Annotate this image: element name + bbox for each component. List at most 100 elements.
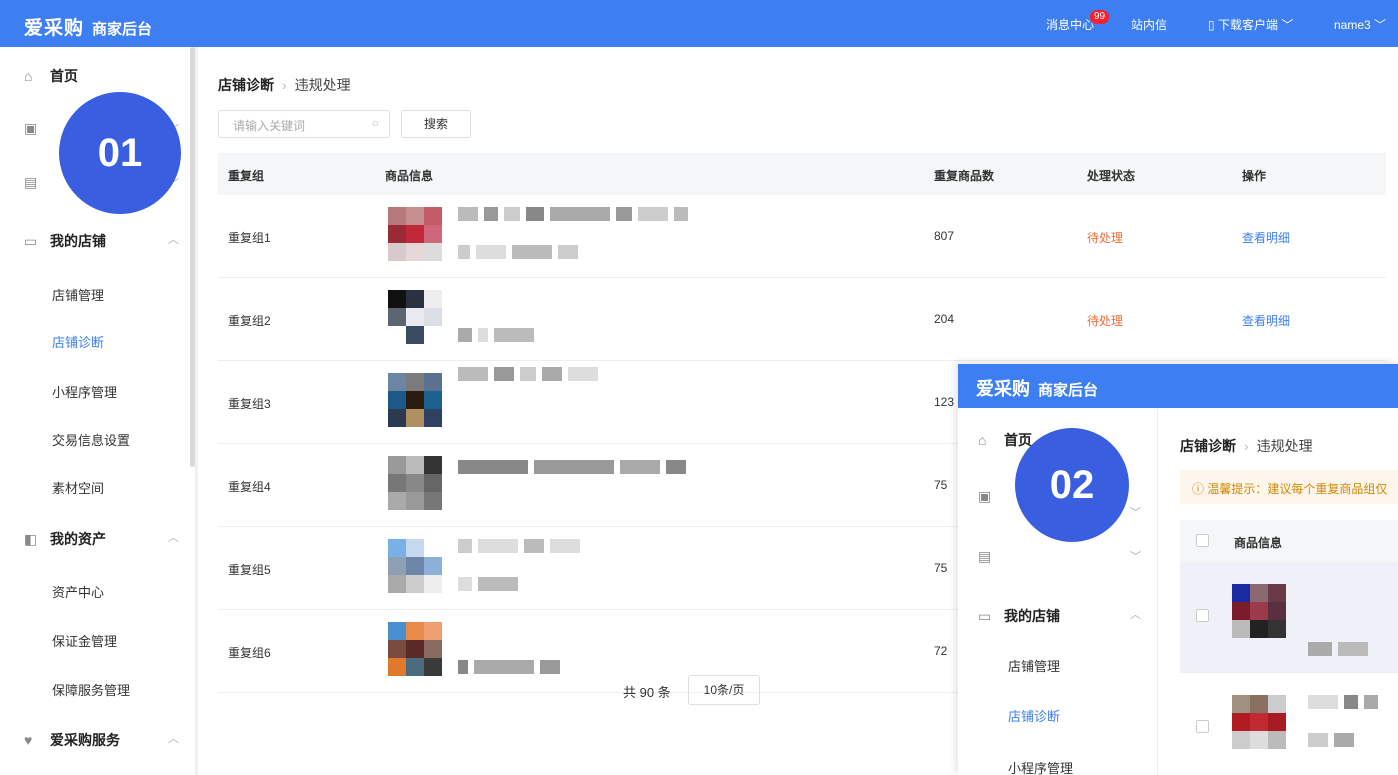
duplicate-count: 75	[934, 478, 948, 492]
overlay-table-row	[1180, 672, 1398, 775]
group-name: 重复组1	[228, 231, 271, 245]
overlay-sidebar-item-mini-program[interactable]: 小程序管理	[1008, 758, 1073, 775]
inbox-link[interactable]: 站内信	[1131, 16, 1167, 33]
table-row: 重复组1 807 待处理 查看明细	[218, 195, 1386, 278]
service-label: 爱采购服务	[50, 732, 120, 748]
overlay-subtitle: 商家后台	[1038, 382, 1099, 399]
sidebar-item-deposit[interactable]: 保证金管理	[52, 631, 117, 650]
download-client-dropdown[interactable]: ▯ 下载客户端 ﹀	[1208, 16, 1293, 33]
step-marker-02: 02	[1015, 428, 1129, 542]
warning-tip: ⓘ 温馨提示：建议每个重复商品组仅	[1180, 470, 1398, 504]
table-row: 重复组2 204 待处理 查看明细	[218, 278, 1386, 361]
search-button[interactable]: 搜索	[401, 110, 471, 138]
column-header-status: 处理状态	[1087, 169, 1136, 183]
overlay-breadcrumb-parent[interactable]: 店铺诊断	[1180, 438, 1236, 454]
search-placeholder: 请输入关键词	[233, 119, 306, 133]
app-subtitle: 商家后台	[92, 21, 153, 38]
sidebar-item-store-manage[interactable]: 店铺管理	[52, 285, 104, 304]
overlay-logo[interactable]: 爱采购 商家后台	[976, 375, 1098, 401]
product-thumbnail[interactable]	[388, 539, 442, 593]
breadcrumb-separator-icon: ›	[1244, 438, 1249, 454]
product-meta-redacted	[458, 577, 518, 591]
overlay-top-bar: 爱采购 商家后台	[958, 364, 1398, 408]
phone-icon: ▯	[1208, 18, 1215, 32]
sidebar-item-home[interactable]: ⌂ 首页	[24, 66, 78, 86]
group-name: 重复组3	[228, 397, 271, 411]
zoomed-preview: 爱采购 商家后台 ⌂ 首页 ▣ ﹀ ▤ ﹀ ▭ 我的店铺 ︿ 店铺管理 店铺诊断 小程…	[958, 364, 1398, 775]
group-name: 重复组4	[228, 480, 271, 494]
view-detail-link[interactable]: 查看明细	[1242, 312, 1290, 329]
select-all-checkbox[interactable]	[1196, 534, 1209, 547]
overlay-breadcrumb-current: 违规处理	[1256, 438, 1313, 454]
user-name: name3	[1334, 18, 1371, 32]
search-icon[interactable]: ○	[372, 116, 379, 130]
my-store-label: 我的店铺	[50, 233, 106, 249]
product-meta-redacted	[458, 245, 578, 259]
status-badge: 待处理	[1087, 231, 1124, 245]
row-checkbox[interactable]	[1196, 609, 1209, 622]
document-icon: ▤	[24, 174, 38, 190]
sidebar-item-my-assets[interactable]: ◧ 我的资产	[24, 529, 106, 549]
chevron-up-icon[interactable]: ︿	[1130, 606, 1141, 622]
breadcrumb: 店铺诊断 › 违规处理	[218, 75, 351, 95]
sidebar-item-asset-center[interactable]: 资产中心	[52, 582, 104, 601]
overlay-sidebar-item-collapsed-1[interactable]: ▣	[978, 488, 1004, 505]
product-thumbnail[interactable]	[388, 622, 442, 676]
product-thumbnail[interactable]	[388, 373, 442, 427]
overlay-sidebar-item-store-diagnosis[interactable]: 店铺诊断	[1008, 706, 1060, 725]
product-title-redacted	[458, 460, 686, 474]
overlay-sidebar-item-my-store[interactable]: ▭ 我的店铺	[978, 606, 1060, 626]
sidebar-item-my-store[interactable]: ▭ 我的店铺	[24, 231, 106, 251]
product-title-redacted	[458, 367, 598, 381]
overlay-column-header-product: 商品信息	[1234, 536, 1283, 550]
document-icon: ▤	[978, 548, 992, 564]
page-size-select[interactable]: 10条/页	[688, 675, 760, 705]
row-checkbox[interactable]	[1196, 720, 1209, 733]
sidebar-item-store-diagnosis[interactable]: 店铺诊断	[52, 332, 104, 351]
chevron-down-icon[interactable]: ﹀	[1130, 504, 1141, 520]
breadcrumb-parent[interactable]: 店铺诊断	[218, 77, 274, 93]
chevron-up-icon[interactable]: ︿	[168, 529, 179, 545]
pagination-total: 共 90 条	[623, 685, 671, 700]
product-thumbnail[interactable]	[388, 290, 442, 344]
sidebar-item-collapsed-1[interactable]: ▣	[24, 120, 50, 137]
sidebar-item-collapsed-2[interactable]: ▤	[24, 174, 50, 191]
chevron-up-icon[interactable]: ︿	[168, 231, 179, 247]
wallet-icon: ◧	[24, 531, 38, 547]
group-name: 重复组2	[228, 314, 271, 328]
overlay-table-row-selected[interactable]	[1180, 562, 1398, 672]
product-thumbnail[interactable]	[388, 456, 442, 510]
product-thumbnail[interactable]	[388, 207, 442, 261]
overlay-sidebar-item-home[interactable]: ⌂ 首页	[978, 430, 1032, 450]
message-center-link[interactable]: 消息中心 99	[1046, 10, 1110, 33]
duplicate-count: 807	[934, 229, 955, 243]
product-meta-redacted	[458, 328, 534, 342]
warning-tip-text: 温馨提示：建议每个重复商品组仅	[1207, 482, 1388, 496]
overlay-sidebar-item-store-manage[interactable]: 店铺管理	[1008, 656, 1060, 675]
sidebar-item-guarantee[interactable]: 保障服务管理	[52, 680, 130, 699]
sidebar-scrollbar[interactable]	[190, 47, 195, 467]
overlay-sidebar-item-collapsed-2[interactable]: ▤	[978, 548, 1004, 565]
sidebar-item-trade-settings[interactable]: 交易信息设置	[52, 430, 130, 449]
overlay-breadcrumb: 店铺诊断 › 违规处理	[1180, 436, 1313, 456]
status-badge: 待处理	[1087, 314, 1124, 328]
chevron-up-icon[interactable]: ︿	[168, 730, 179, 746]
sidebar-item-mini-program[interactable]: 小程序管理	[52, 382, 117, 401]
user-menu[interactable]: name3 ﹀	[1334, 16, 1386, 33]
column-header-count: 重复商品数	[934, 169, 995, 183]
column-header-group: 重复组	[228, 169, 265, 183]
sidebar-item-material-space[interactable]: 素材空间	[52, 478, 104, 497]
my-assets-label: 我的资产	[50, 531, 106, 547]
chevron-down-icon[interactable]: ﹀	[1130, 548, 1141, 564]
bag-icon: ▣	[24, 120, 38, 136]
product-thumbnail[interactable]	[1232, 584, 1286, 638]
duplicate-count: 123	[934, 395, 955, 409]
product-thumbnail[interactable]	[1232, 695, 1286, 749]
search-input[interactable]: 请输入关键词 ○	[218, 110, 390, 138]
app-logo[interactable]: 爱采购 商家后台	[24, 13, 152, 40]
view-detail-link[interactable]: 查看明细	[1242, 229, 1290, 246]
sidebar-item-service[interactable]: ♥ 爱采购服务	[24, 730, 120, 750]
home-icon: ⌂	[978, 432, 987, 448]
heart-icon: ♥	[24, 732, 33, 748]
breadcrumb-current: 违规处理	[294, 77, 351, 93]
